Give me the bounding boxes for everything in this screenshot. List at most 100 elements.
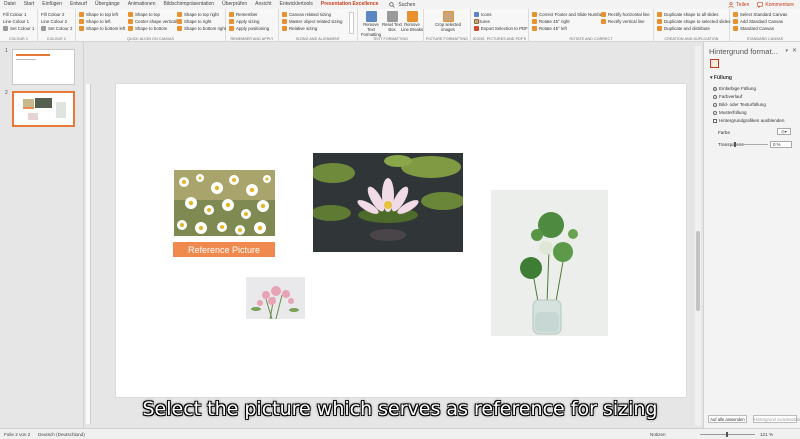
option-pattern-label: Musterfüllung [719, 110, 747, 115]
shape-top-right-button[interactable]: Shape to top right [177, 11, 226, 18]
zoom-slider[interactable] [700, 432, 755, 437]
radio-solid-fill[interactable] [713, 86, 717, 91]
shape-left-button[interactable]: Shape to left [79, 18, 125, 25]
zoom-knob[interactable] [726, 432, 728, 437]
radio-picture-texture[interactable] [713, 102, 717, 107]
tab-entwurf[interactable]: Entwurf [69, 0, 88, 9]
shape-bottom-label: Shape to bottom [135, 26, 168, 31]
water-lily-picture[interactable] [313, 153, 463, 252]
chevron-down-icon[interactable]: ▾ [785, 48, 788, 54]
tab-ansicht[interactable]: Ansicht [254, 0, 272, 9]
shape-bottom-button[interactable]: Shape to bottom [128, 25, 180, 32]
option-hide-graphics[interactable]: Hintergrundgrafiken ausblenden [713, 118, 784, 123]
fill-colour-2-button[interactable]: Fill Colour 2 [41, 11, 73, 18]
tab-animationen[interactable]: Animationen [127, 0, 157, 9]
standard-canvas-button[interactable]: Standard Canvas [733, 25, 798, 32]
shape-top-left-button[interactable]: Shape to top left [79, 11, 125, 18]
close-icon[interactable]: ✕ [792, 47, 797, 54]
shape-bottom-left-button[interactable]: Shape to bottom left [79, 25, 125, 32]
daisies-picture[interactable] [174, 170, 275, 236]
checkbox-hide-graphics[interactable] [713, 118, 717, 123]
rectify-vertical-button[interactable]: Rectify vertical line [601, 18, 650, 25]
shape-bottom-right-button[interactable]: Shape to bottom right [177, 25, 226, 32]
align-bottom-right-icon [177, 26, 182, 31]
export-pdf-button[interactable]: Export Selection to PDF [474, 25, 528, 32]
option-pattern[interactable]: Musterfüllung [713, 110, 747, 115]
group-label-sizing-alignment: SIZING AND ALIGNMENT [295, 37, 341, 41]
apply-sizing-button[interactable]: Apply sizing [229, 18, 276, 25]
option-solid-fill[interactable]: Einfarbige Füllung [713, 86, 756, 91]
slide-thumbnail-2[interactable] [12, 91, 75, 127]
radio-gradient[interactable] [713, 94, 717, 99]
notes-button[interactable]: Notizen [650, 432, 666, 437]
rectify-horizontal-button[interactable]: Rectify horizontal line [601, 11, 650, 18]
remember-button[interactable]: Remember [229, 11, 276, 18]
tab-bildschirmpraesentation[interactable]: Bildschirmpräsentation [163, 0, 216, 9]
green-bouquet-picture[interactable] [491, 190, 608, 336]
canvas-sizing-button[interactable]: Canvas related sizing [282, 11, 355, 18]
comments-label: Kommentare [765, 1, 794, 8]
add-canvas-button[interactable]: Add Standard Canvas [733, 18, 798, 25]
fill-colour-1-button[interactable]: Fill Colour 1 [3, 11, 35, 18]
tab-entwicklertools[interactable]: Entwicklertools [279, 0, 314, 9]
duplicate-selected-slides-button[interactable]: Duplicate shape to selected slides [657, 18, 730, 25]
apply-positioning-button[interactable]: Apply positioning [229, 25, 276, 32]
align-top-left-icon [79, 12, 84, 17]
duplicate-all-slides-button[interactable]: Duplicate shape to all slides [657, 11, 727, 18]
distribute-icon [657, 26, 662, 31]
crop-images-button[interactable]: Crop selected images [435, 11, 461, 33]
reset-background-button[interactable]: Hintergrund zurücksetzen [753, 415, 800, 423]
set-colour-2-button[interactable]: Set Colour 2 [41, 25, 73, 32]
master-sizing-button[interactable]: Master object related sizing [282, 18, 355, 25]
tab-start[interactable]: Start [23, 0, 36, 9]
tab-einfuegen[interactable]: Einfügen [41, 0, 63, 9]
vertical-scrollbar[interactable] [695, 46, 701, 426]
radio-pattern[interactable] [713, 110, 717, 115]
thumb-water-lily [35, 98, 52, 108]
fill-section-header[interactable]: ▾ Füllung [710, 75, 732, 81]
share-icon [728, 1, 734, 8]
option-gradient[interactable]: Farbverlauf [713, 94, 742, 99]
pictures-button[interactable]: Pictures [474, 18, 526, 25]
language-indicator[interactable]: Deutsch (Deutschland) [38, 432, 85, 437]
rotate-left-button[interactable]: Rotate 45° left [532, 25, 604, 32]
shape-top-button[interactable]: Shape to top [128, 11, 180, 18]
center-vertically-button[interactable]: Center shape vertically [128, 18, 180, 25]
apply-all-button[interactable]: Auf alle anwenden [708, 415, 747, 423]
select-canvas-button[interactable]: Select Standard Canvas [733, 11, 798, 18]
align-bottom-left-icon [79, 26, 84, 31]
tab-uebergaenge[interactable]: Übergänge [94, 0, 121, 9]
zoom-level[interactable]: 121 % [760, 432, 773, 437]
icons-button[interactable]: Icons [474, 11, 526, 18]
color-picker-button[interactable]: ◎▾ [777, 128, 791, 135]
fill-bucket-icon[interactable] [710, 59, 719, 68]
rotate-right-button[interactable]: Rotate 45° right [532, 18, 604, 25]
transparency-input[interactable]: 0 % [770, 141, 792, 148]
line-colour-1-button[interactable]: Line Colour 1 [3, 18, 35, 25]
pink-flowers-picture[interactable] [246, 277, 305, 319]
correct-footer-button[interactable]: Correct Footer and Slide Number [532, 11, 604, 18]
sizing-icon [229, 19, 234, 24]
search-box[interactable]: Suchen [389, 2, 415, 8]
slide-thumbnail-1[interactable] [12, 49, 75, 85]
option-picture-texture[interactable]: Bild- oder Texturfüllung [713, 102, 766, 107]
slider-knob[interactable] [734, 142, 736, 147]
tab-ueberpruefen[interactable]: Überprüfen [221, 0, 248, 9]
brush-icon [41, 26, 46, 31]
ribbon-tab-bar: Datei Start Einfügen Entwurf Übergänge A… [0, 0, 800, 10]
reference-picture-label[interactable]: Reference Picture [173, 242, 275, 257]
relative-sizing-button[interactable]: Relative sizing [282, 25, 355, 32]
comments-button[interactable]: Kommentare [757, 2, 794, 8]
ribbon: Fill Colour 1 Line Colour 1 Set Colour 1… [0, 9, 800, 42]
shape-right-button[interactable]: Shape to right [177, 18, 226, 25]
transparency-slider[interactable] [734, 142, 768, 147]
remove-line-breaks-button[interactable]: Remove Line Breaks [400, 11, 424, 33]
duplicate-distribute-button[interactable]: Duplicate and distribute [657, 25, 727, 32]
share-button[interactable]: Teilen [728, 2, 749, 8]
scrollbar-thumb[interactable] [696, 231, 700, 311]
gallery-scroller[interactable] [349, 12, 354, 34]
line-colour-2-button[interactable]: Line Colour 2 [41, 18, 73, 25]
set-colour-1-button[interactable]: Set Colour 1 [3, 25, 35, 32]
group-colour-1: Fill Colour 1 Line Colour 1 Set Colour 1… [0, 9, 38, 42]
tab-datei[interactable]: Datei [3, 0, 17, 9]
